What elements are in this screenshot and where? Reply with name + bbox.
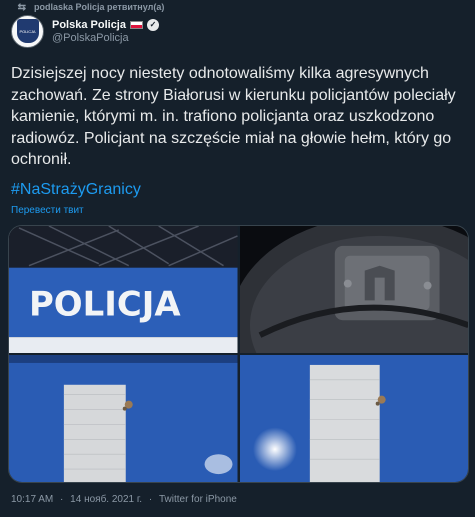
tweet-text: Dzisiejszej nocy niestety odnotowaliśmy … xyxy=(11,65,456,168)
car-label: POLICJA xyxy=(29,284,182,323)
photo-helmet[interactable] xyxy=(239,226,468,353)
hashtag-link[interactable]: #NaStrażyGranicy xyxy=(11,181,141,199)
police-car-image: POLICJA xyxy=(9,226,238,353)
author-display-name[interactable]: Polska Policja xyxy=(52,19,126,31)
poland-flag-icon xyxy=(129,20,143,29)
tweet-source[interactable]: Twitter for iPhone xyxy=(159,494,237,505)
photo-damage-1[interactable] xyxy=(9,355,238,482)
author-handle[interactable]: @PolskaPolicja xyxy=(52,32,159,44)
damage-image-2 xyxy=(239,355,468,482)
police-badge-icon: POLICJA xyxy=(16,19,39,43)
tweet-time[interactable]: 10:17 AM xyxy=(11,494,53,505)
retweet-indicator[interactable]: ⇆ podlaska Policja ретвитнул(а) xyxy=(10,0,165,14)
translate-tweet-link[interactable]: Перевести твит xyxy=(11,205,84,216)
retweet-icon: ⇆ xyxy=(17,1,26,13)
verified-badge-icon: ✓ xyxy=(146,18,159,31)
tweet-media-grid[interactable]: POLICJA xyxy=(8,225,469,483)
photo-police-car[interactable]: POLICJA xyxy=(9,226,238,353)
tweet-meta: 10:17 AM · 14 нояб. 2021 г. · Twitter fo… xyxy=(11,494,241,505)
retweet-text: podlaska Policja ретвитнул(а) xyxy=(34,2,165,12)
meta-separator-2: · xyxy=(148,494,153,505)
tweet-author[interactable]: POLICJA Polska Policja ✓ @PolskaPolicja xyxy=(11,13,159,49)
damage-image-1 xyxy=(9,355,238,482)
photo-damage-2[interactable] xyxy=(239,355,468,482)
helmet-image xyxy=(239,226,468,353)
tweet-date[interactable]: 14 нояб. 2021 г. xyxy=(70,494,142,505)
meta-separator-1: · xyxy=(60,494,64,505)
avatar-text: POLICJA xyxy=(19,28,36,34)
avatar[interactable]: POLICJA xyxy=(11,14,44,48)
